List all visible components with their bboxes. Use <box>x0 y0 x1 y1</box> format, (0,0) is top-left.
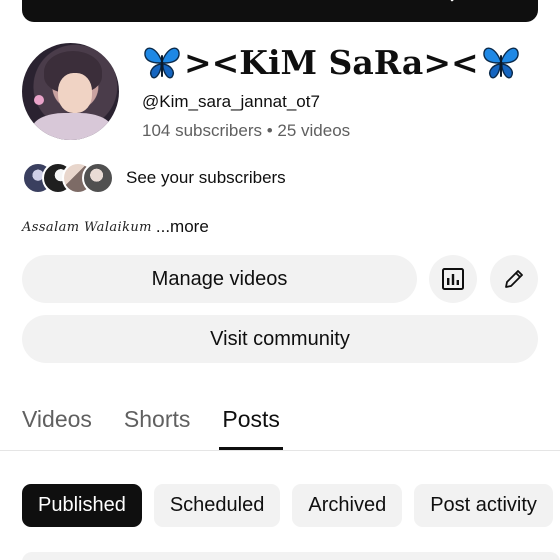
tab-posts[interactable]: Posts <box>219 400 283 450</box>
butterfly-icon <box>144 47 180 79</box>
butterfly-icon <box>482 47 519 79</box>
channel-avatar[interactable] <box>22 43 119 140</box>
channel-name: ><KiM SaRa>< <box>142 42 521 82</box>
create-post-box[interactable] <box>22 552 560 560</box>
chip-published[interactable]: Published <box>22 484 142 527</box>
channel-handle: @Kim_sara_jannat_ot7 <box>142 92 320 111</box>
post-filter-chips: Published Scheduled Archived Post activi… <box>22 484 560 527</box>
chip-scheduled[interactable]: Scheduled <box>153 484 281 527</box>
tabs-divider <box>0 450 560 451</box>
subscriber-avatar <box>82 162 114 194</box>
analytics-icon <box>442 268 464 290</box>
see-subscribers-row[interactable]: See your subscribers <box>22 161 286 195</box>
manage-videos-button[interactable]: Manage videos <box>22 255 417 303</box>
tab-shorts[interactable]: Shorts <box>124 400 190 450</box>
edit-channel-button[interactable] <box>490 255 538 303</box>
channel-stats: 104 subscribers • 25 videos <box>142 121 351 140</box>
channel-banner <box>22 0 538 22</box>
channel-tabs: Videos Shorts Posts <box>22 400 312 450</box>
avatar-shirt <box>32 113 112 140</box>
avatar-decoration <box>34 95 44 105</box>
chip-post-activity[interactable]: Post activity <box>414 484 553 527</box>
analytics-button[interactable] <box>429 255 477 303</box>
see-subscribers-label: See your subscribers <box>126 168 286 187</box>
channel-description[interactable]: Assalam Walaikum ...more <box>22 216 209 238</box>
avatar-face <box>58 73 92 113</box>
description-text: Assalam Walaikum <box>22 219 152 235</box>
more-link[interactable]: ...more <box>156 217 209 237</box>
channel-name-text: ><KiM SaRa>< <box>184 42 479 82</box>
visit-community-button[interactable]: Visit community <box>22 315 538 363</box>
banner-handwriting <box>450 0 455 2</box>
tab-videos[interactable]: Videos <box>22 400 92 450</box>
chip-archived[interactable]: Archived <box>292 484 403 527</box>
pencil-icon <box>505 270 523 288</box>
